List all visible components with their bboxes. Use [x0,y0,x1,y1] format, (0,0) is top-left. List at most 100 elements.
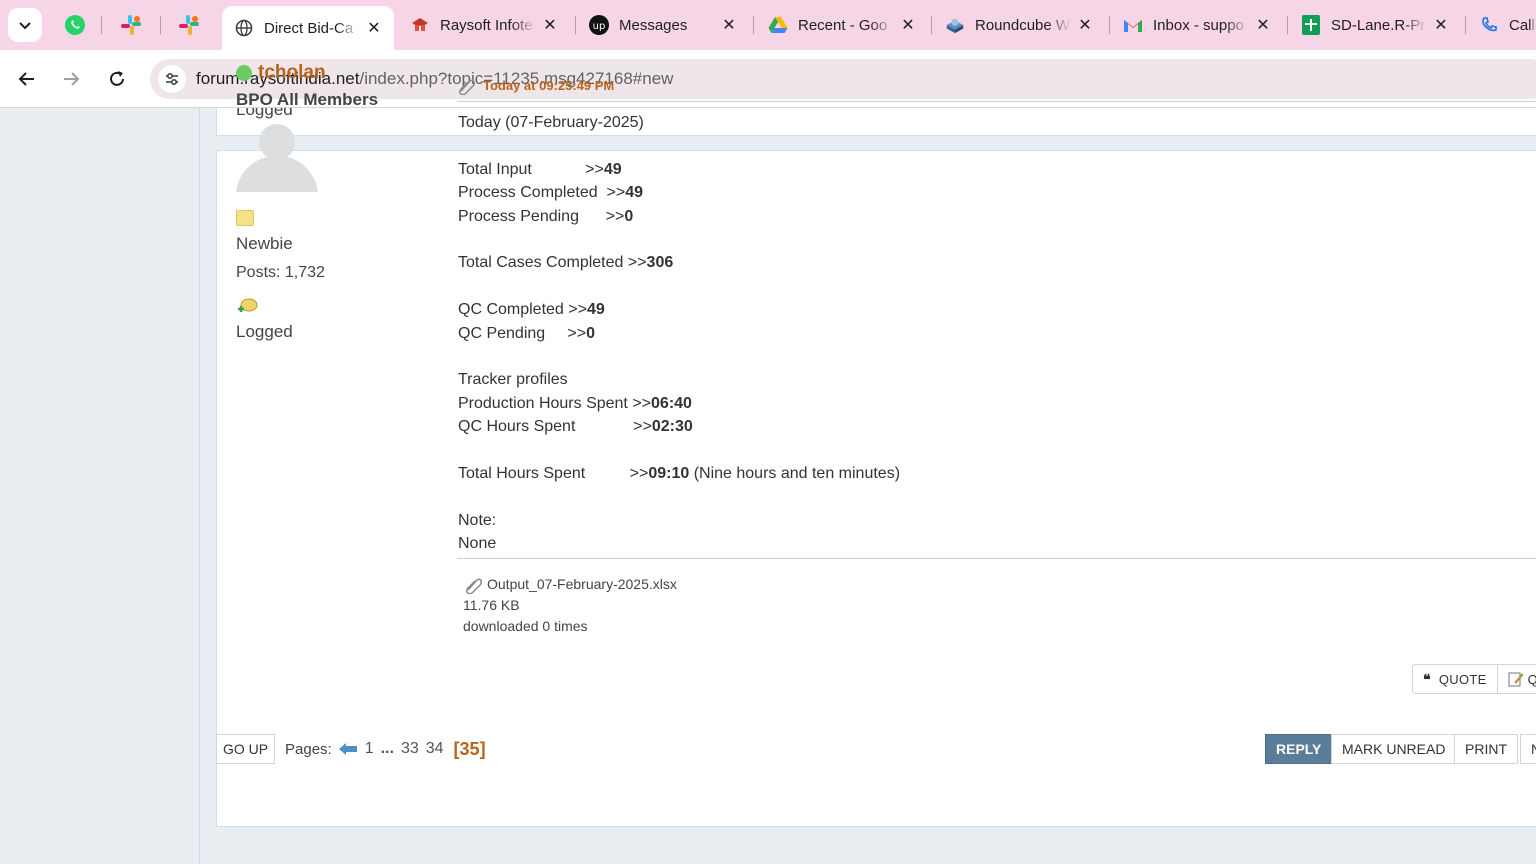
tab-separator [575,16,576,34]
post-line-label: QC Pending >> [458,324,587,342]
post-line: QC Pending >>0 [458,322,1358,345]
pinned-tab-slack-2[interactable] [174,10,204,40]
post-line: Tracker profiles [458,368,1358,391]
post-timestamp-link[interactable]: Today at 09:25:49 PM [483,78,614,93]
post-line: Note: [458,509,1358,532]
post-header: Today at 09:25:49 PM [457,70,1536,102]
more-button[interactable]: N [1520,734,1536,764]
pagination-bar: GO UP Pages: 1 ... 33 34 [35] REPLY MARK… [216,734,1536,764]
quick-edit-label: Q [1527,671,1536,687]
tab-separator [753,16,754,34]
close-icon[interactable]: ✕ [1075,15,1095,35]
post-line-value: 0 [624,207,634,225]
left-sidebar [0,108,200,864]
tab-title: Messages [619,16,688,34]
post-line-value: 0 [586,324,595,342]
tab-separator [1287,16,1288,34]
post-line-value: 49 [625,184,643,202]
post-line-suffix: (Nine hours and ten minutes) [689,464,901,482]
close-icon[interactable]: ✕ [364,18,384,38]
post-line: Production Hours Spent >>06:40 [458,392,1358,415]
paperclip-icon [458,78,476,95]
tab-direct-bid[interactable]: Direct Bid-Ca ✕ [222,6,394,50]
post-line-label: Tracker profiles [458,371,568,389]
mark-unread-button[interactable]: MARK UNREAD [1331,734,1457,764]
post-line-label: Process Completed >> [458,184,626,202]
page-link-34[interactable]: 34 [426,740,444,758]
tab-title: Roundcube W [975,16,1071,34]
upwork-icon: up [589,15,609,35]
tab-separator [160,16,161,34]
page-ellipsis[interactable]: ... [381,740,394,758]
close-icon[interactable]: ✕ [1253,15,1273,35]
reload-button[interactable] [100,62,134,96]
post-line-label: Total Hours Spent >> [458,464,649,482]
chevron-down-icon [19,22,31,30]
tab-separator [101,16,102,34]
post-body: Today (07-February-2025) Total Input >>49… [458,111,1358,555]
google-drive-icon [768,15,788,35]
post-line: None [458,532,1358,555]
tab-title: Direct Bid-Ca [264,19,354,37]
poster-logged: Logged [236,322,293,341]
tab-search-button[interactable] [8,8,42,42]
quick-edit-button[interactable]: Q [1497,664,1536,694]
rank-star-icon [236,210,254,226]
post-line-label: Process Pending >> [458,207,625,225]
tab-gmail[interactable]: Inbox - suppo ✕ [1111,0,1283,50]
go-up-button[interactable]: GO UP [216,734,276,764]
site-settings-icon[interactable] [158,65,186,93]
tab-title: Raysoft Infote [440,16,533,34]
slack-icon [179,15,199,35]
avatar [236,124,318,192]
forward-button[interactable] [54,62,88,96]
print-button[interactable]: PRINT [1454,734,1518,764]
edit-icon [1508,672,1523,687]
poster-rank: Newbie [236,234,293,253]
tab-call[interactable]: Call [1467,0,1536,50]
post-line-value: 02:30 [651,418,693,436]
post-line-value: 49 [603,160,622,178]
add-buddy-icon[interactable] [236,298,258,316]
tab-raysoft[interactable]: Raysoft Infote ✕ [398,0,570,50]
post-line-value: 09:10 [648,464,690,482]
tab-separator [1109,16,1110,34]
post-line-value: 49 [586,301,605,319]
pagination: Pages: 1 ... 33 34 [35] [285,734,486,764]
poster-name-link[interactable]: tcholan [258,62,326,84]
pinned-tab-slack-1[interactable] [116,10,146,40]
quote-button[interactable]: ❝ QUOTE [1412,664,1498,694]
tab-separator [1465,16,1466,34]
tab-roundcube[interactable]: Roundcube W ✕ [933,0,1105,50]
quote-icon: ❝ [1423,670,1431,687]
post-line-label: Total Input >> [458,160,604,178]
globe-icon [234,18,254,38]
poster-info: tcholan BPO All Members Newbie Posts: 1,… [236,62,436,342]
post-line: QC Completed >>49 [458,298,1358,321]
back-button[interactable] [10,62,44,96]
arrow-left-icon[interactable] [338,742,358,756]
page-link-1[interactable]: 1 [365,740,374,758]
poster-post-count: Posts: 1,732 [236,264,325,281]
reply-button[interactable]: REPLY [1265,734,1333,764]
attachment-filename-link[interactable]: Output_07-February-2025.xlsx [487,574,677,595]
close-icon[interactable]: ✕ [719,15,739,35]
post-line-label: Today (07-February-2025) [458,114,644,131]
tab-sheets[interactable]: SD-Lane.R-Pr ✕ [1289,0,1461,50]
whatsapp-icon [65,15,85,35]
post-line: Total Cases Completed >>306 [458,251,1358,274]
pinned-tab-whatsapp[interactable] [60,10,90,40]
post-line-label: None [458,535,497,553]
page-link-33[interactable]: 33 [401,740,419,758]
post-divider [457,558,1536,559]
current-page: [35] [453,738,486,759]
tab-google-drive[interactable]: Recent - Goo ✕ [756,0,928,50]
close-icon[interactable]: ✕ [1431,15,1451,35]
tab-messages[interactable]: up Messages ✕ [577,0,749,50]
close-icon[interactable]: ✕ [898,15,918,35]
post-line-label: QC Completed >> [458,301,587,319]
reload-icon [110,71,124,86]
close-icon[interactable]: ✕ [540,15,560,35]
